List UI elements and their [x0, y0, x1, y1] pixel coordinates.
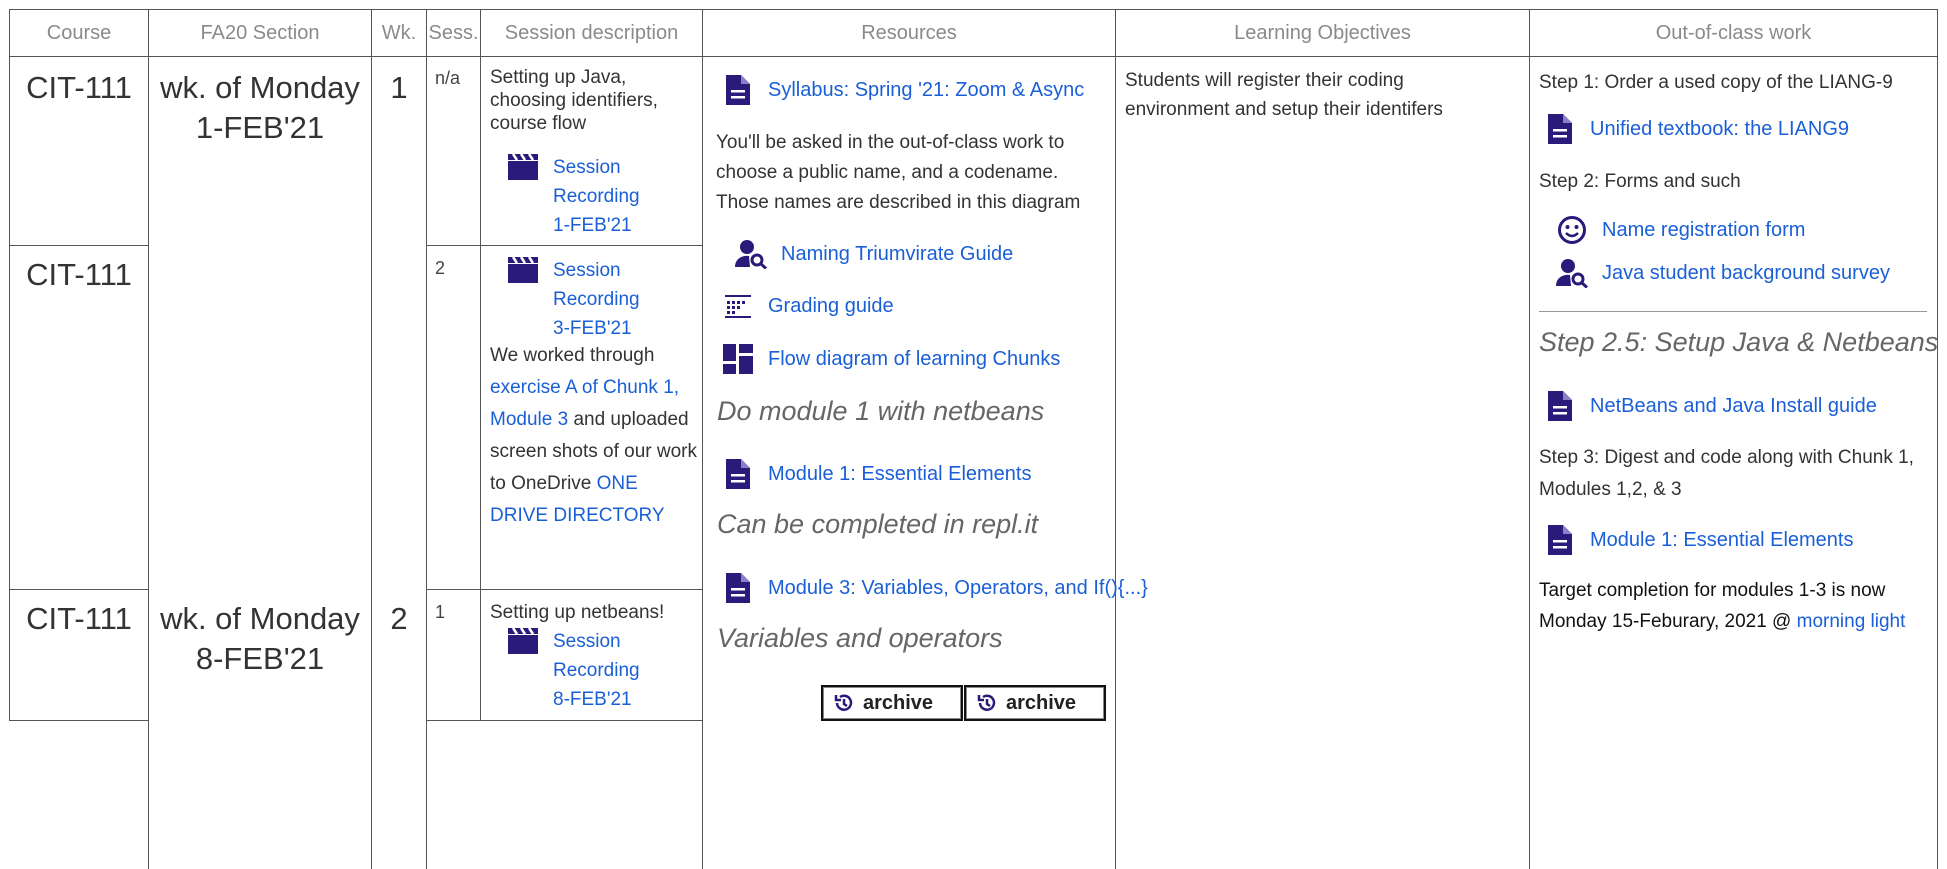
session-recording-link[interactable]: Session Recording 3-FEB'21: [507, 256, 653, 343]
grading-grid-icon: [722, 290, 754, 322]
session-cell: n/a: [435, 68, 461, 88]
session-description: Setting up Java, choosing identifiers, c…: [490, 67, 658, 134]
flow-diagram-link[interactable]: Flow diagram of learning Chunks: [768, 348, 1060, 371]
module1-link-row[interactable]: Module 1: Essential Elements: [722, 458, 1031, 490]
col-divider: [1529, 10, 1530, 869]
naming-guide-row[interactable]: Naming Triumvirate Guide: [735, 238, 1013, 270]
course-cell: CIT-111: [26, 70, 132, 105]
history-icon: [833, 692, 855, 714]
row-divider: [9, 245, 149, 246]
objectives-text: Students will register their coding envi…: [1125, 70, 1443, 120]
names-note: You'll be asked in the out-of-class work…: [716, 132, 1081, 213]
grading-guide-row[interactable]: Grading guide: [722, 290, 894, 322]
clapperboard-icon: [507, 627, 539, 659]
session-cell: 1: [435, 602, 446, 622]
survey-link[interactable]: Java student background survey: [1602, 262, 1890, 285]
heading-variables: Variables and operators: [717, 623, 1003, 653]
header-description: Session description: [504, 21, 679, 44]
dashboard-icon: [722, 343, 754, 375]
person-search-icon: [1556, 257, 1588, 289]
session-recording-link[interactable]: Session Recording 1-FEB'21: [507, 153, 653, 240]
grading-guide-link[interactable]: Grading guide: [768, 295, 894, 318]
week-cell: 1: [390, 70, 408, 105]
col-divider: [480, 10, 481, 721]
step1-text: Step 1: Order a used copy of the LIANG-9: [1539, 72, 1893, 93]
row-divider: [9, 720, 149, 721]
header-work: Out-of-class work: [1655, 21, 1812, 44]
session-recording-text[interactable]: Session Recording 3-FEB'21: [553, 256, 653, 343]
section-divider: [1539, 311, 1927, 312]
header-session: Sess.: [428, 21, 479, 44]
clapperboard-icon: [507, 256, 539, 288]
heading-module1: Do module 1 with netbeans: [717, 396, 1045, 426]
heading-replit: Can be completed in repl.it: [717, 509, 1039, 539]
work-module1-link[interactable]: Module 1: Essential Elements: [1590, 529, 1853, 552]
target-completion: Target completion for modules 1-3 is now…: [1539, 575, 1931, 637]
col-divider: [1115, 10, 1116, 869]
install-guide-link[interactable]: NetBeans and Java Install guide: [1590, 395, 1877, 418]
section-cell: wk. of Monday 1-FEB'21: [160, 70, 360, 145]
session-recording-text[interactable]: Session Recording 1-FEB'21: [553, 153, 653, 240]
session-recording-link[interactable]: Session Recording 8-FEB'21: [507, 627, 653, 714]
header-course: Course: [46, 21, 112, 44]
work-module1-row[interactable]: Module 1: Essential Elements: [1544, 524, 1853, 556]
col-divider: [371, 10, 372, 869]
document-icon: [1544, 113, 1576, 145]
document-icon: [1544, 524, 1576, 556]
row-divider: [9, 56, 1938, 57]
course-cell: CIT-111: [26, 257, 132, 292]
document-icon: [722, 572, 754, 604]
course-cell: CIT-111: [26, 601, 132, 636]
header-resources: Resources: [861, 21, 957, 44]
naming-guide-link[interactable]: Naming Triumvirate Guide: [781, 243, 1013, 266]
col-divider: [148, 10, 149, 869]
col-divider: [1937, 10, 1938, 869]
session-description: Setting up netbeans!: [490, 602, 665, 623]
session-cell: 2: [435, 258, 446, 278]
textbook-link-row[interactable]: Unified textbook: the LIANG9: [1544, 113, 1849, 145]
smiley-icon: [1556, 214, 1588, 246]
row-divider: [426, 245, 703, 246]
install-guide-row[interactable]: NetBeans and Java Install guide: [1544, 390, 1877, 422]
step25-heading: Step 2.5: Setup Java & Netbeans: [1539, 327, 1939, 357]
session-description: We worked through exercise A of Chunk 1,…: [490, 340, 700, 532]
archive-button[interactable]: archive: [821, 685, 963, 721]
module3-link[interactable]: Module 3: Variables, Operators, and If()…: [768, 577, 1148, 600]
schedule-table: Course FA20 Section Wk. Sess. Session de…: [0, 0, 1947, 869]
archive-button[interactable]: archive: [964, 685, 1106, 721]
row-divider: [9, 589, 149, 590]
col-divider: [702, 10, 703, 869]
row-divider: [426, 589, 703, 590]
header-week: Wk.: [381, 21, 417, 44]
history-icon: [976, 692, 998, 714]
week-cell: 2: [390, 601, 408, 636]
clapperboard-icon: [507, 153, 539, 185]
section-cell: wk. of Monday 8-FEB'21: [160, 601, 360, 676]
archive-label: archive: [863, 691, 934, 714]
archive-label: archive: [1006, 691, 1077, 714]
document-icon: [722, 458, 754, 490]
session-recording-text[interactable]: Session Recording 8-FEB'21: [553, 627, 653, 714]
morning-light-link[interactable]: morning light: [1797, 611, 1906, 632]
syllabus-link-row[interactable]: Syllabus: Spring '21: Zoom & Async: [722, 74, 1084, 106]
name-form-row[interactable]: Name registration form: [1556, 214, 1805, 246]
description-text: We worked through: [490, 345, 655, 366]
name-form-link[interactable]: Name registration form: [1602, 219, 1805, 242]
person-search-icon: [735, 238, 767, 270]
header-objectives: Learning Objectives: [1234, 21, 1411, 44]
document-icon: [1544, 390, 1576, 422]
flow-diagram-row[interactable]: Flow diagram of learning Chunks: [722, 343, 1060, 375]
row-divider: [426, 720, 703, 721]
textbook-link[interactable]: Unified textbook: the LIANG9: [1590, 118, 1849, 141]
document-icon: [722, 74, 754, 106]
header-section: FA20 Section: [200, 21, 320, 44]
survey-row[interactable]: Java student background survey: [1556, 257, 1890, 289]
step3-text: Step 3: Digest and code along with Chunk…: [1539, 447, 1914, 500]
module1-link[interactable]: Module 1: Essential Elements: [768, 463, 1031, 486]
module3-link-row[interactable]: Module 3: Variables, Operators, and If()…: [722, 572, 1148, 604]
step2-text: Step 2: Forms and such: [1539, 171, 1741, 192]
syllabus-link[interactable]: Syllabus: Spring '21: Zoom & Async: [768, 79, 1084, 102]
col-divider: [426, 10, 427, 869]
